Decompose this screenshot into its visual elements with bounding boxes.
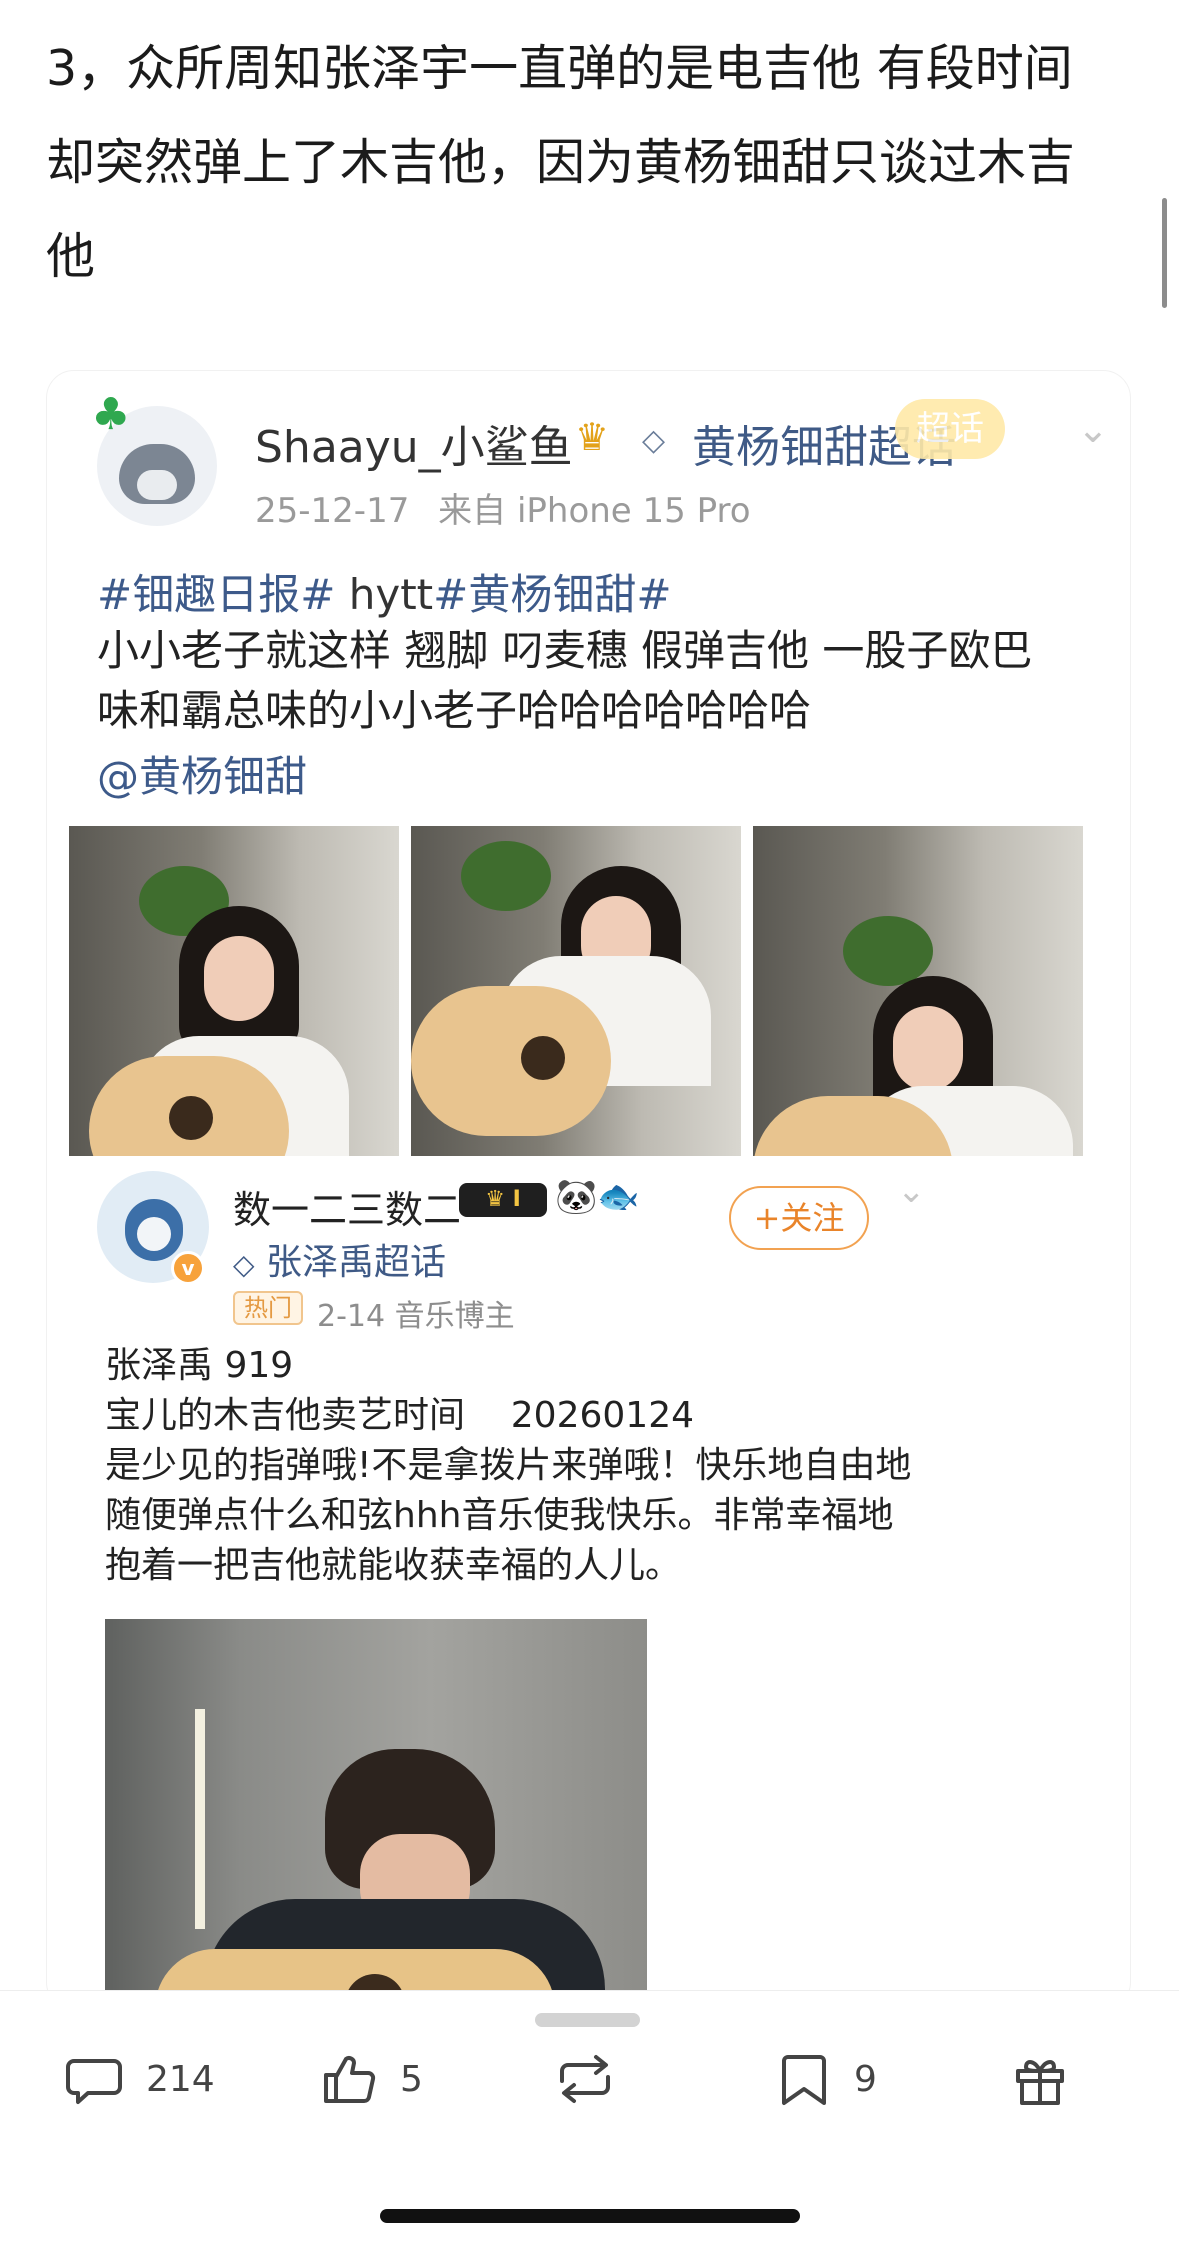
- follow-button[interactable]: +关注: [729, 1186, 869, 1250]
- comment-icon: [66, 2059, 122, 2104]
- article-line: 却突然弹上了木吉他，因为黄杨钿甜只谈过木吉: [46, 134, 1076, 191]
- post-body-line: 味和霸总味的小小老子哈哈哈哈哈哈哈: [97, 686, 812, 735]
- verified-icon: v: [171, 1251, 205, 1285]
- post-body: 张泽禹 919 宝儿的木吉他卖艺时间 20260124 是少见的指弹哦!不是拿拨…: [105, 1341, 1005, 1591]
- post-body: 小小老子就这样 翘脚 叼麦穗 假弹吉他 一股子欧巴 味和霸总味的小小老子哈哈哈哈…: [97, 621, 1107, 741]
- gift-button[interactable]: [1010, 2039, 1070, 2119]
- clover-icon: ♣: [91, 389, 131, 440]
- like-button[interactable]: 5: [318, 2039, 423, 2119]
- post-body-line: 张泽禹 919: [105, 1345, 294, 1386]
- tag-text: hytt: [335, 570, 434, 619]
- hashtag-link[interactable]: #黄杨钿甜#: [433, 570, 671, 619]
- post-body-line: 小小老子就这样 翘脚 叼麦穗 假弹吉他 一股子欧巴: [97, 626, 1033, 675]
- username[interactable]: 数一二三数二: [233, 1179, 461, 1234]
- username[interactable]: Shaayu_小鲨鱼: [255, 411, 573, 475]
- repost-icon: [560, 2055, 610, 2103]
- post-photo[interactable]: [105, 1619, 647, 2009]
- mention-link[interactable]: @黄杨钿甜: [97, 743, 307, 804]
- supertopic-link[interactable]: ◇ 张泽禹超话: [233, 1233, 446, 1285]
- comment-count: 214: [146, 2058, 215, 2100]
- comment-button[interactable]: 214: [64, 2039, 215, 2119]
- scrollbar-thumb[interactable]: [1162, 198, 1167, 308]
- repost-button[interactable]: [552, 2039, 618, 2119]
- chevron-down-icon[interactable]: ⌄: [1077, 407, 1109, 451]
- gift-icon: [1016, 2060, 1064, 2105]
- post-photo[interactable]: [69, 826, 399, 1156]
- article-text: 3，众所周知张泽宇一直弹的是电吉他 有段时间 却突然弹上了木吉他，因为黄杨钿甜只…: [46, 22, 1136, 304]
- hashtag-link[interactable]: #钿趣日报#: [97, 570, 335, 619]
- home-indicator[interactable]: [380, 2209, 800, 2223]
- chevron-down-icon[interactable]: ⌄: [897, 1171, 926, 1211]
- post-source: 来自 iPhone 15 Pro: [438, 491, 751, 531]
- post-body-line: 宝儿的木吉他卖艺时间 20260124: [105, 1395, 695, 1436]
- hashtags: #钿趣日报# hytt#黄杨钿甜#: [97, 561, 672, 622]
- vip-badge: ♛ I: [459, 1183, 547, 1217]
- post-photo[interactable]: [753, 826, 1083, 1156]
- favorite-count: 9: [854, 2058, 877, 2100]
- post-date: 25-12-17: [255, 491, 410, 531]
- like-count: 5: [400, 2058, 423, 2100]
- hot-badge: 热门: [233, 1291, 303, 1325]
- post-body-line: 抱着一把吉他就能收获幸福的人儿。: [105, 1545, 682, 1586]
- drag-handle[interactable]: [535, 2013, 640, 2027]
- post-meta: 2-14 音乐博主: [317, 1299, 515, 1334]
- favorite-button[interactable]: 9: [776, 2039, 877, 2119]
- diamond-icon: ◇: [642, 423, 666, 458]
- post-meta: 25-12-17 来自 iPhone 15 Pro: [255, 483, 751, 532]
- thumbs-up-icon: [324, 2056, 376, 2103]
- article-line: 他: [46, 228, 96, 285]
- supertopic-badge: 超话: [895, 399, 1005, 459]
- panda-fish-icons: 🐼🐟: [555, 1177, 640, 1217]
- article-line: 3，众所周知张泽宇一直弹的是电吉他 有段时间: [46, 40, 1073, 97]
- bookmark-icon: [782, 2055, 826, 2105]
- post-body-line: 是少见的指弹哦!不是拿拨片来弹哦！快乐地自由地: [105, 1445, 912, 1486]
- post-body-line: 随便弹点什么和弦hhh音乐使我快乐。非常幸福地: [105, 1495, 894, 1536]
- bottom-action-bar: 214 5 9: [0, 1990, 1179, 2250]
- post-photo[interactable]: [411, 826, 741, 1156]
- embedded-screenshot-card: ♣ Shaayu_小鲨鱼 ♛ ◇ 黄杨钿甜超话 超话 ⌄ 25-12-17 来自…: [46, 370, 1131, 2010]
- crown-icon: ♛: [575, 415, 610, 459]
- diamond-icon: ◇: [233, 1248, 255, 1281]
